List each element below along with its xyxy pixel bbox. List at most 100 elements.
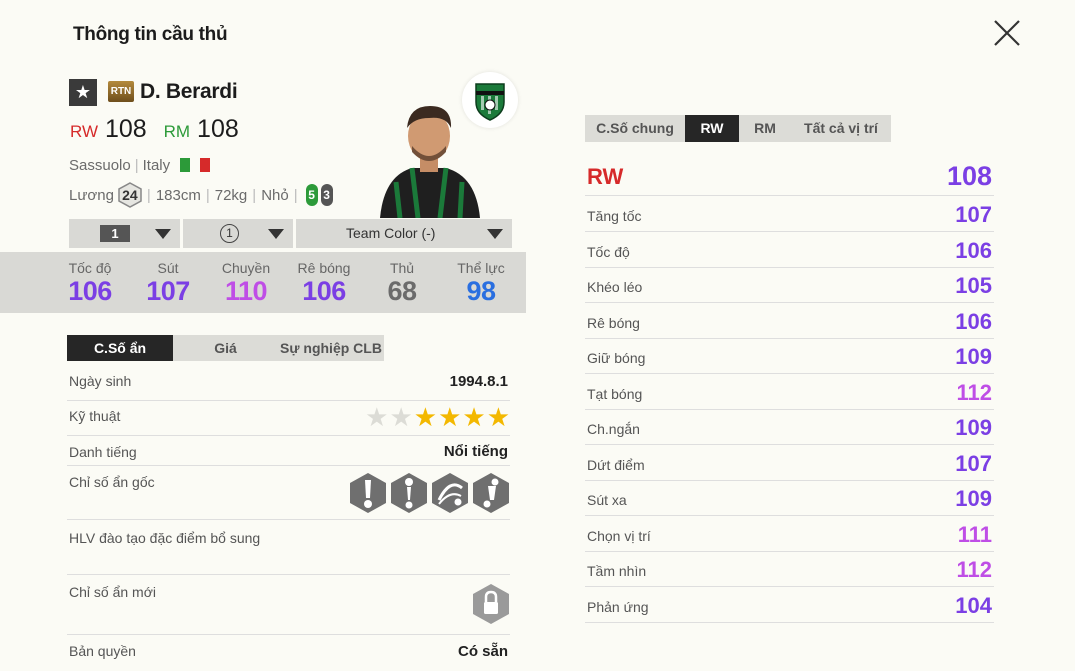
position-stat-row: Tầm nhìn 112 [585, 551, 994, 587]
position-stat-label: Tạt bóng [587, 385, 643, 402]
power-header-trait-icon[interactable] [390, 472, 428, 514]
star-empty-icon: ★ [365, 402, 389, 432]
position-tabs: C.Số chung RW RM Tất cả vị trí [585, 115, 891, 142]
salary-label: Lương [69, 186, 114, 204]
position-rm-ovr: 108 [197, 115, 239, 143]
position-stat-row: Dứt điểm 107 [585, 445, 994, 481]
position-stat-value: 104 [955, 592, 992, 618]
tab-price[interactable]: Giá [173, 335, 278, 361]
enhance-dropdown[interactable]: 1 [183, 219, 293, 248]
tab-hidden-stats[interactable]: C.Số ẩn [67, 335, 173, 361]
position-ratings: RW 108 RM 108 [70, 115, 239, 144]
tab-rm[interactable]: RM [739, 115, 791, 142]
dob-value: 1994.8.1 [449, 373, 508, 390]
position-stat-value: 109 [955, 486, 992, 511]
position-ovr-row: RW 108 [585, 158, 994, 196]
fame-row: Danh tiếng Nổi tiếng [67, 436, 510, 466]
position-stat-value: 107 [955, 202, 992, 227]
skill-stars: ★ ★ ★ ★ ★ ★ [365, 404, 510, 430]
long-passer-trait-icon[interactable] [431, 472, 469, 514]
team-color-dropdown[interactable]: Team Color (-) [296, 219, 512, 248]
fame-label: Danh tiếng [69, 444, 137, 460]
star-filled-icon: ★ [486, 402, 510, 432]
position-stat-label: Rê bóng [587, 314, 640, 331]
position-stat-label: Tốc độ [587, 243, 630, 260]
dob-label: Ngày sinh [69, 373, 132, 389]
tab-rw[interactable]: RW [685, 115, 739, 142]
main-stats-band: Tốc độ 106 Sút 107 Chuyền 110 Rê bóng 10… [0, 252, 526, 313]
position-stat-label: Phản ứng [587, 598, 649, 615]
chevron-down-icon [268, 229, 284, 239]
player-name: D. Berardi [140, 80, 238, 103]
position-stat-row: Rê bóng 106 [585, 303, 994, 339]
position-stat-row: Giữ bóng 109 [585, 338, 994, 374]
weight-value: 72kg [214, 186, 248, 204]
chevron-down-icon [487, 229, 503, 239]
height-value: 183cm [155, 186, 201, 204]
physical-info-line: Lương 24 | 183cm | 72kg | Nhỏ | 5 3 [69, 182, 333, 208]
favorite-star-button[interactable]: ★ [69, 79, 97, 106]
star-filled-icon: ★ [462, 402, 486, 432]
star-filled-icon: ★ [413, 402, 438, 432]
position-stat-row: Phản ứng 104 [585, 587, 994, 623]
new-traits-label: Chỉ số ẩn mới [69, 584, 156, 600]
star-empty-icon: ★ [389, 402, 413, 432]
position-stat-row: Khéo léo 105 [585, 267, 994, 303]
position-stat-value: 111 [957, 521, 992, 547]
position-ovr-label: RW [587, 164, 624, 189]
club-name: Sassuolo [69, 157, 131, 174]
level-dropdown[interactable]: 1 [69, 219, 180, 248]
body-type-value: Nhỏ [261, 186, 289, 204]
stat-shooting: Sút 107 [146, 260, 190, 306]
position-stat-row: Tăng tốc 107 [585, 196, 994, 232]
position-stat-label: Giữ bóng [587, 350, 646, 366]
position-stat-value: 109 [955, 415, 992, 440]
tab-general-stats[interactable]: C.Số chung [585, 115, 685, 142]
chevron-down-icon [155, 229, 171, 239]
position-stat-row: Ch.ngắn 109 [585, 409, 994, 445]
position-stat-row: Tốc độ 106 [585, 232, 994, 268]
traits-row: Chỉ số ẩn gốc [67, 466, 510, 520]
divider [572, 155, 574, 625]
position-stat-value: 106 [955, 308, 992, 334]
traits-label: Chỉ số ẩn gốc [69, 474, 155, 490]
lock-icon[interactable] [472, 583, 510, 625]
star-filled-icon: ★ [438, 402, 462, 432]
license-row: Bản quyền Có sẵn [67, 635, 510, 671]
close-icon [994, 20, 1020, 46]
close-button[interactable] [990, 16, 1024, 50]
position-stat-value: 106 [955, 237, 992, 263]
level-value: 1 [100, 225, 130, 242]
stat-dribbling: Rê bóng 106 [297, 260, 351, 306]
left-foot-rating: 5 [305, 184, 318, 206]
nation-name: Italy [142, 157, 171, 174]
season-badge: RTN [108, 81, 134, 102]
tab-club-career[interactable]: Sự nghiệp CLB [278, 335, 384, 361]
enhance-value: 1 [220, 224, 239, 243]
position-rw-label: RW [70, 122, 99, 141]
tab-all-positions[interactable]: Tất cả vị trí [791, 115, 891, 142]
star-icon: ★ [74, 82, 92, 102]
stat-passing: Chuyền 110 [221, 260, 271, 306]
detail-tabs: C.Số ẩn Giá Sự nghiệp CLB [67, 335, 384, 361]
stat-pace: Tốc độ 106 [68, 260, 112, 306]
position-stat-label: Khéo léo [587, 279, 643, 295]
club-nation-line: Sassuolo | Italy [69, 157, 211, 174]
license-value: Có sẵn [457, 643, 508, 660]
position-stat-label: Tầm nhìn [587, 563, 647, 579]
position-stat-label: Dứt điểm [587, 456, 645, 473]
position-stat-label: Sút xa [587, 492, 627, 508]
coach-traits-row: HLV đào tạo đặc điểm bổ sung [67, 520, 510, 575]
dob-row: Ngày sinh 1994.8.1 [67, 366, 510, 401]
position-stat-label: Tăng tốc [587, 208, 642, 224]
position-ovr-value: 108 [946, 161, 992, 191]
trait-icons [346, 472, 510, 514]
flair-trait-icon[interactable] [472, 472, 510, 514]
stat-defending: Thủ 68 [387, 260, 417, 306]
page-title: Thông tin cầu thủ [73, 24, 228, 45]
position-stat-row: Tạt bóng 112 [585, 374, 994, 410]
position-stat-value: 105 [955, 273, 992, 298]
salary-value: 24 [122, 187, 138, 203]
position-rw-ovr: 108 [104, 115, 147, 143]
finesse-shot-trait-icon[interactable] [349, 472, 387, 514]
